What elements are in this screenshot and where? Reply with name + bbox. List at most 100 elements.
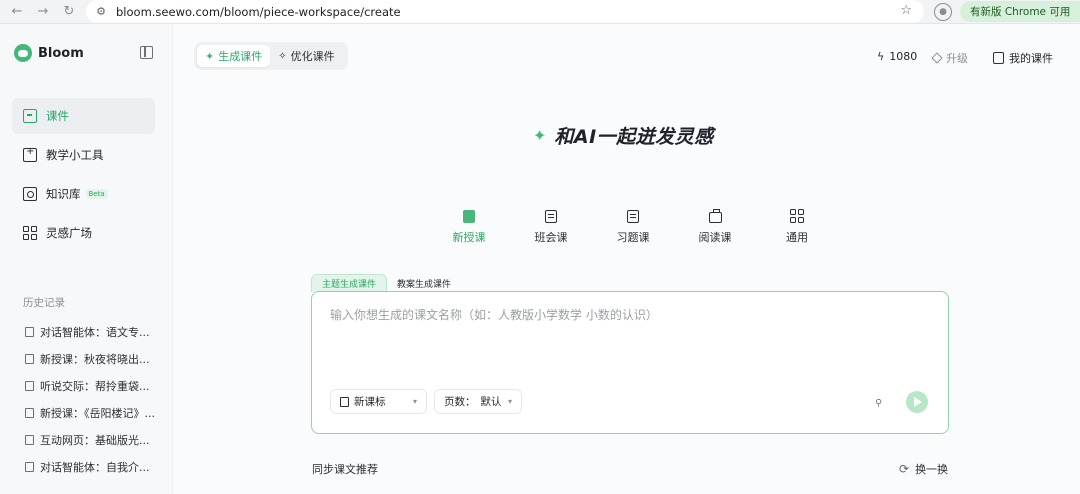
courseware-icon	[23, 109, 37, 123]
diamond-icon	[931, 52, 943, 64]
type-label: 习题课	[616, 230, 650, 244]
history-item-label: 新授课：《岳阳楼记》...	[40, 407, 155, 420]
site-settings-icon[interactable]: ⚙	[92, 3, 110, 21]
tab-lesson-plan-generate[interactable]: 教案生成课件	[387, 274, 461, 292]
exercise-icon	[627, 209, 639, 223]
type-exercise[interactable]: 习题课	[595, 200, 671, 254]
my-courseware-label: 我的课件	[1009, 52, 1053, 65]
page-count-select[interactable]: 页数： 默认 ▾	[434, 389, 522, 414]
main-workspace: ✦ 生成课件 ✧ 优化课件 ϟ 1080 升级 我的课件 ✦ 和AI一起迸发灵感…	[172, 24, 1080, 494]
history-item-label: 对话智能体：语文专...	[40, 326, 150, 339]
sidebar-item-knowledge-base[interactable]: 知识库 Beta	[12, 176, 155, 212]
reading-icon	[708, 208, 722, 223]
chrome-update-button[interactable]: 有新版 Chrome 可用 ⋮	[960, 1, 1080, 22]
chrome-menu-icon[interactable]: ⋮	[1076, 6, 1080, 18]
history-item-label: 互动网页：基础版光...	[40, 434, 150, 447]
inspiration-grid-icon	[23, 226, 37, 240]
pages-value: 默认	[480, 396, 502, 408]
sidebar-item-label: 教学小工具	[46, 148, 104, 162]
sidebar-item-label: 课件	[46, 109, 69, 123]
history-item-label: 新授课：秋夜将晓出...	[40, 353, 150, 366]
new-lesson-icon	[463, 209, 475, 223]
history-item[interactable]: 新授课：秋夜将晓出...	[25, 350, 160, 368]
type-label: 班会课	[534, 230, 568, 244]
type-class-meeting[interactable]: 班会课	[513, 200, 589, 254]
refresh-icon: ⟳	[899, 462, 910, 476]
chevron-down-icon: ▾	[412, 397, 417, 406]
bookmark-star-icon[interactable]: ☆	[900, 3, 912, 18]
type-reading[interactable]: 阅读课	[677, 200, 753, 254]
tab-optimize-courseware[interactable]: ✧ 优化课件	[270, 45, 342, 67]
history-item[interactable]: 听说交际：帮拎重袋...	[25, 377, 160, 395]
sidebar-item-label: 灵感广场	[46, 226, 92, 240]
browser-toolbar: ← → ↻ ⚙ bloom.seewo.com/bloom/piece-work…	[0, 0, 1080, 24]
history-item[interactable]: 对话智能体：自我介...	[25, 458, 160, 476]
upgrade-button[interactable]: 升级	[931, 50, 968, 66]
type-general[interactable]: 通用	[759, 200, 835, 254]
send-button[interactable]	[906, 391, 928, 413]
tab-generate-courseware[interactable]: ✦ 生成课件	[197, 45, 271, 67]
pages-label: 页数：	[444, 396, 476, 408]
lesson-type-selector: 新授课 班会课 习题课 阅读课 通用	[431, 200, 835, 254]
url-text[interactable]: bloom.seewo.com/bloom/piece-workspace/cr…	[116, 5, 401, 19]
brand-name: Bloom	[38, 45, 84, 61]
history-item[interactable]: 互动网页：基础版光...	[25, 431, 160, 449]
chrome-update-label: 有新版 Chrome 可用	[970, 6, 1071, 18]
sparkle-icon: ✦	[205, 49, 215, 63]
profile-icon[interactable]: ●	[934, 3, 952, 21]
address-bar[interactable]: ⚙ bloom.seewo.com/bloom/piece-workspace/…	[86, 0, 924, 23]
class-meeting-icon	[545, 209, 557, 223]
refresh-label: 换一换	[915, 463, 949, 476]
page-headline: ✦ 和AI一起迸发灵感	[533, 122, 714, 149]
magic-wand-icon: ✧	[278, 50, 287, 62]
sidebar-item-teaching-tools[interactable]: 教学小工具	[12, 137, 155, 173]
history-title: 历史记录	[23, 297, 65, 309]
refresh-button[interactable]: ⟳ 换一换	[899, 461, 948, 477]
knowledge-base-icon	[23, 187, 37, 201]
generation-source-tabs: 主题生成课件 教案生成课件	[311, 272, 461, 292]
sparkle-icon: ✦	[533, 126, 547, 145]
history-item-label: 对话智能体：自我介...	[40, 461, 150, 474]
lesson-title-input[interactable]	[330, 308, 930, 322]
credits-counter[interactable]: ϟ 1080	[877, 50, 917, 63]
prompt-composer: 新课标 ▾ 页数： 默认 ▾ ⌕	[311, 291, 949, 434]
curriculum-value: 新课标	[354, 396, 386, 408]
forward-icon[interactable]: →	[32, 1, 54, 23]
tab-label: 优化课件	[290, 50, 335, 63]
history-doc-icon	[25, 354, 34, 364]
history-doc-icon	[25, 381, 34, 391]
tools-icon	[23, 146, 37, 162]
brand-logo[interactable]: Bloom	[14, 44, 84, 62]
tab-label: 生成课件	[218, 50, 263, 63]
sidebar: Bloom 课件 教学小工具 知识库 Beta 灵感广场 历史记录 对话智能体：…	[0, 24, 172, 494]
history-item-label: 听说交际：帮拎重袋...	[40, 380, 150, 393]
sidebar-item-inspiration[interactable]: 灵感广场	[12, 215, 155, 251]
back-icon[interactable]: ←	[6, 1, 28, 23]
history-doc-icon	[25, 435, 34, 445]
history-doc-icon	[25, 462, 34, 472]
history-item[interactable]: 新授课：《岳阳楼记》...	[25, 404, 160, 422]
reload-icon[interactable]: ↻	[58, 1, 80, 23]
history-item[interactable]: 对话智能体：语文专...	[25, 323, 160, 341]
mode-switch: ✦ 生成课件 ✧ 优化课件	[194, 42, 348, 70]
bloom-logo-icon	[14, 44, 32, 62]
sidebar-item-courseware[interactable]: 课件	[12, 98, 155, 134]
history-doc-icon	[25, 408, 34, 418]
recommend-title: 同步课文推荐	[312, 463, 378, 476]
type-label: 阅读课	[698, 230, 732, 244]
tab-topic-generate[interactable]: 主题生成课件	[311, 274, 388, 292]
type-label: 新授课	[452, 230, 486, 244]
headline-text: 和AI一起迸发灵感	[554, 126, 714, 148]
collapse-sidebar-icon[interactable]	[140, 46, 153, 59]
credits-value: 1080	[889, 50, 918, 63]
send-arrow-icon	[914, 397, 922, 407]
beta-badge: Beta	[85, 189, 108, 199]
type-label: 通用	[786, 231, 808, 244]
type-new-lesson[interactable]: 新授课	[431, 200, 507, 254]
sidebar-item-label: 知识库	[46, 187, 81, 201]
my-courseware-button[interactable]: 我的课件	[993, 50, 1053, 66]
paperclip-icon[interactable]: ⌕	[869, 391, 887, 410]
curriculum-select[interactable]: 新课标 ▾	[330, 389, 427, 414]
lightning-icon: ϟ	[877, 50, 885, 63]
general-grid-icon	[790, 209, 804, 223]
